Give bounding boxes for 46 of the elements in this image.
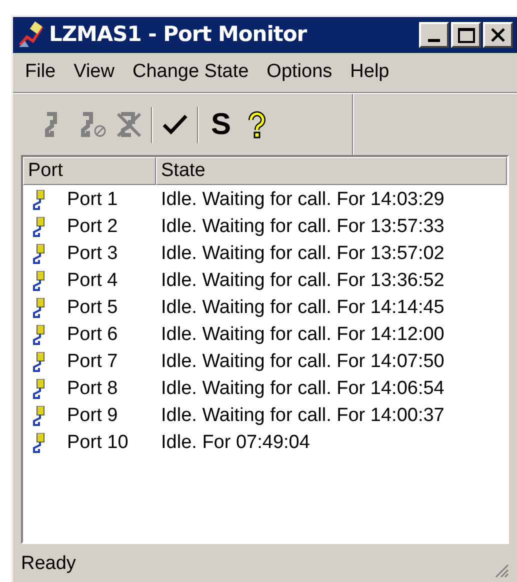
port-state: Idle. Waiting for call. For 13:57:02 [160,242,444,266]
status-text: Ready [21,552,76,576]
port-name: Port 8 [67,377,118,402]
menu-item[interactable]: Change State [124,58,257,87]
toolbar-button[interactable]: S [207,110,236,140]
port-name: Port 9 [67,404,118,428]
plug-icon [31,190,45,212]
port-state: Idle. Waiting for call. For 14:03:29 [160,188,444,212]
port-state: Idle. Waiting for call. For 14:00:37 [160,404,444,428]
plug-icon [31,216,45,238]
port-name: Port 3 [67,242,118,266]
plug-icon [31,270,45,292]
port-state: Idle. Waiting for call. For 14:14:45 [160,296,444,320]
port-state: Idle. Waiting for call. For 13:36:52 [160,269,444,294]
minimize-button[interactable] [419,22,449,48]
port-name: Port 2 [67,215,118,240]
plug-icon [31,432,45,454]
port-name: Port 1 [67,188,118,212]
port-name: Port 7 [67,350,118,374]
port-state: Idle. For 07:49:04 [160,431,310,456]
port-name: Port 5 [67,296,118,320]
port-state: Idle. Waiting for call. For 13:57:33 [160,215,444,240]
resize-grip-icon[interactable] [493,562,509,578]
port-state: Idle. Waiting for call. For 14:06:54 [160,377,444,402]
menu-item[interactable]: Help [342,58,398,87]
column-header[interactable]: Port [23,157,156,185]
plug-icon [31,324,45,346]
menu-item[interactable]: Options [258,58,340,87]
menu-item[interactable]: View [66,58,122,87]
column-header[interactable]: State [156,157,507,185]
plug-icon [31,406,45,428]
plug-icon [31,298,45,320]
port-name: Port 4 [67,269,118,294]
app-icon [17,21,45,49]
port-name: Port 6 [67,323,118,348]
plug-icon [31,244,45,266]
maximize-button[interactable] [451,22,481,48]
window-title: LZMAS1 - Port Monitor [49,21,308,48]
port-state: Idle. Waiting for call. For 14:07:50 [160,350,444,374]
port-state: Idle. Waiting for call. For 14:12:00 [160,323,444,348]
port-name: Port 10 [67,431,128,456]
menu-item[interactable]: File [17,58,64,87]
plug-icon [31,352,45,374]
plug-icon [31,378,45,400]
close-icon [490,27,506,43]
close-button[interactable] [483,22,513,48]
